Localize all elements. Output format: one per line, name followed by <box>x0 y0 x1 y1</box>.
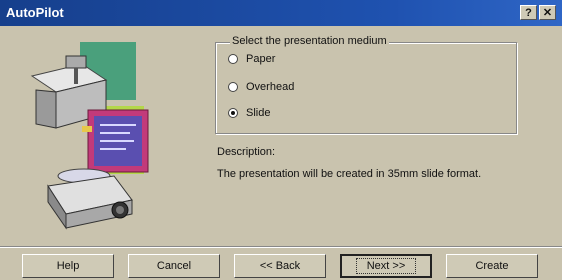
radio-indicator[interactable] <box>228 54 238 64</box>
next-button[interactable]: Next >> <box>340 254 432 278</box>
next-button-label: Next >> <box>355 258 417 274</box>
description-label: Description: <box>217 146 276 158</box>
create-button[interactable]: Create <box>446 254 538 278</box>
presentation-illustration <box>30 42 149 230</box>
footer-divider <box>0 246 562 248</box>
close-icon: ✕ <box>542 7 553 19</box>
back-button[interactable]: << Back <box>234 254 326 278</box>
help-button-label: Help <box>56 260 80 272</box>
slide-projector-icon <box>47 168 133 230</box>
radio-indicator-selected[interactable] <box>228 108 238 118</box>
slide-document-icon <box>82 109 149 173</box>
close-title-button[interactable]: ✕ <box>539 5 556 20</box>
question-icon: ? <box>525 6 532 19</box>
radio-overhead[interactable]: Overhead <box>228 81 294 93</box>
description-text: The presentation will be created in 35mm… <box>217 168 482 180</box>
back-button-label: << Back <box>259 260 301 272</box>
window-title: AutoPilot <box>6 5 64 20</box>
radio-indicator[interactable] <box>228 82 238 92</box>
radio-label-overhead: Overhead <box>246 81 295 93</box>
help-button[interactable]: Help <box>22 254 114 278</box>
help-title-button[interactable]: ? <box>520 5 537 20</box>
radio-label-paper: Paper <box>246 53 276 65</box>
title-bar: AutoPilot ? ✕ <box>0 0 562 26</box>
create-button-label: Create <box>475 260 509 272</box>
cancel-button[interactable]: Cancel <box>128 254 220 278</box>
radio-paper[interactable]: Paper <box>228 53 275 65</box>
radio-label-slide: Slide <box>246 107 271 119</box>
presentation-medium-group: Select the presentation medium Paper Ove… <box>215 35 517 134</box>
cancel-button-label: Cancel <box>156 260 192 272</box>
group-title: Select the presentation medium <box>230 35 389 47</box>
radio-slide[interactable]: Slide <box>228 107 270 119</box>
